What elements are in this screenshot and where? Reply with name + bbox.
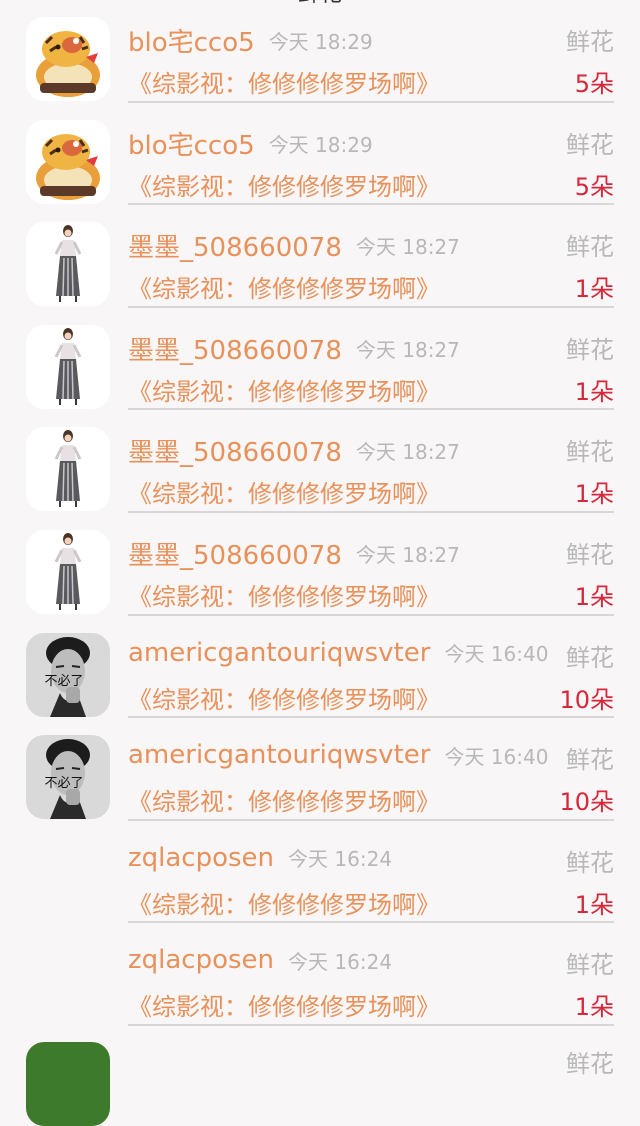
timestamp: 今天 16:40 (444, 744, 549, 769)
timestamp: 今天 16:40 (444, 642, 549, 667)
timestamp: 今天 18:29 (268, 132, 373, 157)
list-item[interactable]: 不必了 americgantouriqwsvter 今天 16:40 鲜花 《综影… (0, 616, 640, 719)
book-title-link[interactable]: 《综影视：修修修修罗场啊》 (128, 583, 440, 611)
gift-type: 鲜花 (566, 643, 614, 672)
username[interactable]: blo宅cco5 (128, 131, 255, 161)
book-title-link[interactable]: 《综影视：修修修修罗场啊》 (128, 686, 440, 714)
svg-text:不必了: 不必了 (44, 776, 83, 791)
timestamp: 今天 16:24 (288, 949, 393, 974)
avatar-image (26, 324, 110, 409)
gift-type: 鲜花 (566, 28, 614, 56)
gift-type: 鲜花 (566, 540, 614, 569)
gift-type: 鲜花 (566, 130, 614, 159)
username[interactable]: 墨墨_508660078 (128, 336, 342, 366)
avatar[interactable] (26, 119, 110, 204)
timestamp: 今天 18:27 (355, 337, 460, 362)
avatar-image: 不必了 (26, 735, 110, 820)
gift-count: 1朵 (574, 993, 614, 1022)
username[interactable]: 墨墨_508660078 (128, 233, 342, 263)
svg-text:不必了: 不必了 (44, 674, 83, 689)
username[interactable]: 墨墨_508660078 (128, 438, 342, 468)
avatar-image: 不必了 (26, 632, 110, 717)
username[interactable]: americgantouriqwsvter (128, 638, 430, 668)
avatar[interactable]: 不必了 (26, 735, 110, 820)
gift-count: 1朵 (574, 377, 614, 406)
avatar[interactable] (26, 17, 110, 101)
username[interactable]: zqlacposen (128, 945, 274, 975)
avatar[interactable]: 不必了 (26, 632, 110, 717)
username[interactable]: blo宅cco5 (128, 28, 255, 58)
avatar-image (26, 529, 110, 614)
book-title-link[interactable]: 《综影视：修修修修罗场啊》 (128, 891, 440, 919)
list-item[interactable]: 墨墨_508660078 今天 18:27 鲜花 《综影视：修修修修罗场啊》 1朵 (0, 410, 640, 513)
list-item[interactable]: 墨墨_508660078 今天 18:27 鲜花 《综影视：修修修修罗场啊》 1朵 (0, 513, 640, 616)
gift-type: 鲜花 (566, 438, 614, 467)
gift-type: 鲜花 (566, 951, 614, 980)
username[interactable]: americgantouriqwsvter (128, 740, 430, 770)
timestamp: 今天 16:24 (288, 847, 393, 872)
username[interactable]: zqlacposen (128, 843, 274, 873)
list-item[interactable]: zqlacposen 今天 16:24 鲜花 《综影视：修修修修罗场啊》 1朵 (0, 923, 640, 1026)
gift-count: 1朵 (574, 275, 614, 304)
gift-count: 1朵 (574, 890, 614, 919)
timestamp: 今天 18:27 (355, 235, 460, 260)
avatar[interactable] (26, 324, 110, 409)
gift-type: 鲜花 (566, 1050, 614, 1078)
list-item[interactable]: 墨墨_508660078 今天 18:27 鲜花 《综影视：修修修修罗场啊》 1朵 (0, 205, 640, 308)
book-title-link[interactable]: 《综影视：修修修修罗场啊》 (128, 480, 440, 508)
list-item[interactable]: blo宅cco5 今天 18:29 鲜花 《综影视：修修修修罗场啊》 5朵 (0, 103, 640, 206)
book-title-link[interactable]: 《综影视：修修修修罗场啊》 (128, 173, 440, 201)
avatar[interactable] (26, 1042, 110, 1126)
avatar-image (26, 427, 110, 512)
list-item[interactable]: 墨墨_508660078 今天 18:27 鲜花 《综影视：修修修修罗场啊》 1朵 (0, 308, 640, 411)
avatar[interactable] (26, 427, 110, 512)
book-title-link[interactable]: 《综影视：修修修修罗场啊》 (128, 70, 440, 98)
timestamp: 今天 18:27 (355, 440, 460, 465)
avatar[interactable] (26, 222, 110, 307)
list-item[interactable]: 不必了 americgantouriqwsvter 今天 16:40 鲜花 《综影… (0, 718, 640, 821)
gift-type: 鲜花 (566, 848, 614, 877)
book-title-link[interactable]: 《综影视：修修修修罗场啊》 (128, 993, 440, 1021)
timestamp: 今天 18:27 (355, 542, 460, 567)
book-title-link[interactable]: 《综影视：修修修修罗场啊》 (128, 275, 440, 303)
gift-count: 10朵 (559, 685, 614, 714)
gift-count: 1朵 (574, 480, 614, 509)
gift-count: 5朵 (574, 70, 614, 98)
book-title-link[interactable]: 《综影视：修修修修罗场啊》 (128, 378, 440, 406)
avatar[interactable] (26, 529, 110, 614)
avatar-image (26, 119, 110, 204)
gift-count: 5朵 (574, 172, 614, 201)
gift-record-list: blo宅cco5 今天 18:29 鲜花 《综影视：修修修修罗场啊》 5朵 blo… (0, 0, 640, 1026)
avatar[interactable] (26, 940, 110, 1024)
book-title-link[interactable]: 《综影视：修修修修罗场啊》 (128, 788, 440, 816)
gift-type: 鲜花 (566, 746, 614, 775)
avatar-image (26, 222, 110, 307)
username[interactable]: 墨墨_508660078 (128, 541, 342, 571)
timestamp: 今天 18:29 (268, 30, 373, 54)
list-item[interactable]: blo宅cco5 今天 18:29 鲜花 《综影视：修修修修罗场啊》 5朵 (0, 0, 640, 103)
list-item-partial[interactable]: 鲜花 (0, 1030, 640, 1126)
gift-count: 10朵 (559, 788, 614, 817)
avatar[interactable] (26, 838, 110, 922)
gift-count: 1朵 (574, 582, 614, 611)
gift-type: 鲜花 (566, 233, 614, 262)
gift-type: 鲜花 (566, 335, 614, 364)
list-item[interactable]: zqlacposen 今天 16:24 鲜花 《综影视：修修修修罗场啊》 1朵 (0, 821, 640, 924)
avatar-image (26, 17, 110, 101)
